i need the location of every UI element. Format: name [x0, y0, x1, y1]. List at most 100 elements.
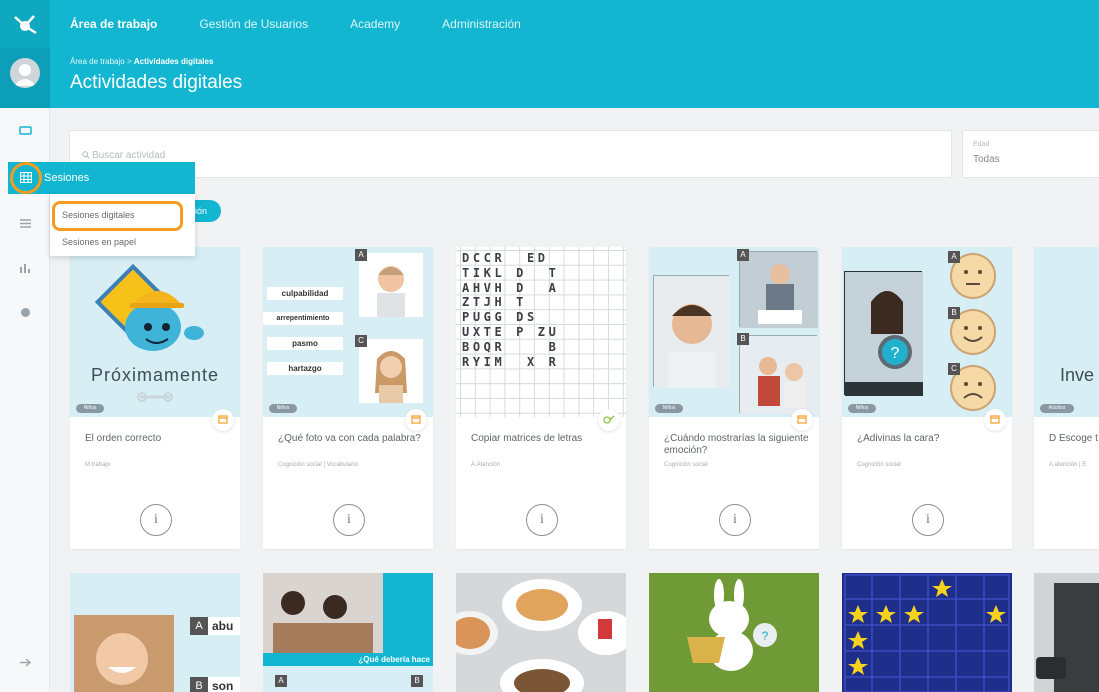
activity-card[interactable]: DCCR ED TIKL D T AHVH D A ZTJH T PUGG DS… [456, 247, 626, 549]
paper-icon [990, 415, 1000, 424]
card-title: ¿Adivinas la cara? [857, 433, 940, 444]
age-badge: Niños [269, 404, 297, 413]
activity-card[interactable]: A B Niños ¿Cuándo mostrarías la siguient… [649, 247, 819, 549]
option-letter: C [948, 363, 960, 375]
search-box[interactable]: Buscar actividad [69, 130, 952, 178]
card-thumbnail: culpabilidad arrepentimiento pasmo harta… [263, 247, 433, 417]
info-button[interactable]: i [140, 504, 172, 536]
coming-soon-label: Próximamente [90, 365, 220, 385]
age-filter-select[interactable]: Edad Todas [962, 130, 1099, 178]
photo-students [263, 573, 383, 653]
paper-icon [411, 415, 421, 424]
info-button[interactable]: i [333, 504, 365, 536]
option-letter: C [355, 335, 367, 347]
word-text: abu [212, 619, 234, 633]
main-nav: Área de trabajo Gestión de Usuarios Acad… [70, 0, 521, 48]
activity-card[interactable]: ¿Qué debería hace A B [263, 573, 433, 692]
activity-card[interactable]: ? A B C Niños ¿Adivinas la cara? Cognici… [842, 247, 1012, 549]
age-badge: Niños [848, 404, 876, 413]
activity-card[interactable]: Inve Adultos D Escoge t favoritas A.aten… [1034, 247, 1099, 549]
option-letter: B [948, 307, 960, 319]
card-thumbnail: Inve [1034, 247, 1099, 417]
card-title: D Escoge t favoritas [1049, 433, 1099, 444]
filter-value: Todas [973, 154, 1000, 165]
info-button[interactable]: i [526, 504, 558, 536]
card-title: ¿Cuándo mostrarías la siguiente emoción? [664, 433, 809, 456]
text-panel [383, 573, 433, 653]
video-call-photo: ? [844, 271, 923, 396]
app-logo[interactable] [0, 0, 50, 48]
age-badge: Niños [76, 404, 104, 413]
card-thumbnail: A B [649, 247, 819, 417]
session-type-icon [212, 409, 234, 431]
filter-pill-label: ión [195, 206, 208, 216]
breadcrumb-root[interactable]: Área de trabajo [70, 57, 125, 66]
nav-area-de-trabajo[interactable]: Área de trabajo [70, 17, 157, 31]
card-meta: Cognición social [857, 462, 901, 468]
option-letter: A [737, 249, 749, 261]
word-chip: culpabilidad [267, 287, 343, 300]
search-placeholder: Buscar actividad [92, 150, 166, 161]
avatar[interactable] [10, 58, 40, 88]
option-letter: B [737, 333, 749, 345]
activity-card[interactable]: abu A son B [70, 573, 240, 692]
food-illustration [456, 579, 626, 692]
expand-arrow-icon[interactable] [19, 657, 32, 668]
sesiones-highlight-circle [10, 162, 42, 194]
card-meta: M.trabajo [85, 462, 111, 468]
card-title: ¿Qué foto va con cada palabra? [278, 433, 421, 444]
sesiones-digitales-highlight [52, 201, 183, 231]
road-illustration [1034, 573, 1099, 692]
svg-text:?: ? [891, 345, 900, 362]
info-button[interactable]: i [912, 504, 944, 536]
bunny-illustration: ? [687, 579, 777, 671]
word-chip: pasmo [267, 337, 343, 350]
photo-girl [74, 615, 174, 692]
activities-icon[interactable] [19, 125, 32, 136]
page-header: Área de trabajo > Actividades digitales … [50, 48, 1099, 108]
logo-icon [14, 15, 37, 35]
nav-academy[interactable]: Academy [350, 17, 400, 31]
activity-card[interactable] [1034, 573, 1099, 692]
photo-boy [653, 275, 730, 388]
card-title: Copiar matrices de letras [471, 433, 583, 444]
session-type-icon [598, 409, 620, 431]
photo-kids [739, 335, 818, 414]
nav-gestion-usuarios[interactable]: Gestión de Usuarios [199, 17, 308, 31]
submenu-sesiones-papel[interactable]: Sesiones en papel [62, 237, 136, 247]
breadcrumb: Área de trabajo > Actividades digitales [70, 57, 213, 66]
activity-card[interactable]: Próximamente Niños El orden correcto M.t… [70, 247, 240, 549]
left-rail [0, 48, 50, 692]
photo-child [359, 253, 423, 317]
activity-card[interactable]: ? [649, 573, 819, 692]
user-icon [14, 64, 36, 86]
card-thumbnail: DCCR ED TIKL D T AHVH D A ZTJH T PUGG DS… [456, 247, 626, 417]
nav-administracion[interactable]: Administración [442, 17, 521, 31]
letter-grid: DCCR ED TIKL D T AHVH D A ZTJH T PUGG DS… [462, 251, 560, 369]
info-button[interactable]: i [719, 504, 751, 536]
card-meta: A.atención | E [1049, 462, 1087, 468]
card-meta: A.Atención [471, 462, 501, 468]
activity-card[interactable] [456, 573, 626, 692]
session-type-icon [791, 409, 813, 431]
coming-soon-label: Inve [1060, 365, 1095, 385]
option-letter: A [355, 249, 367, 261]
list-icon[interactable] [19, 218, 32, 229]
card-thumbnail: ? A B C [842, 247, 1012, 417]
option-letter: A [190, 617, 208, 635]
filter-label: Edad [973, 141, 990, 148]
card-meta: Cognición social | Vocabulario [278, 462, 358, 468]
svg-text:?: ? [762, 629, 769, 643]
photo-child [359, 339, 423, 403]
card-meta: Cognición social [664, 462, 708, 468]
search-icon [82, 151, 90, 159]
card-title: El orden correcto [85, 433, 162, 444]
activity-card[interactable] [842, 573, 1012, 692]
star-grid-illustration [844, 574, 1010, 692]
option-letter: B [190, 677, 208, 692]
session-type-icon [984, 409, 1006, 431]
resources-icon[interactable] [19, 307, 32, 318]
activity-card[interactable]: culpabilidad arrepentimiento pasmo harta… [263, 247, 433, 549]
sesiones-label: Sesiones [44, 172, 90, 184]
stats-icon[interactable] [19, 263, 32, 274]
